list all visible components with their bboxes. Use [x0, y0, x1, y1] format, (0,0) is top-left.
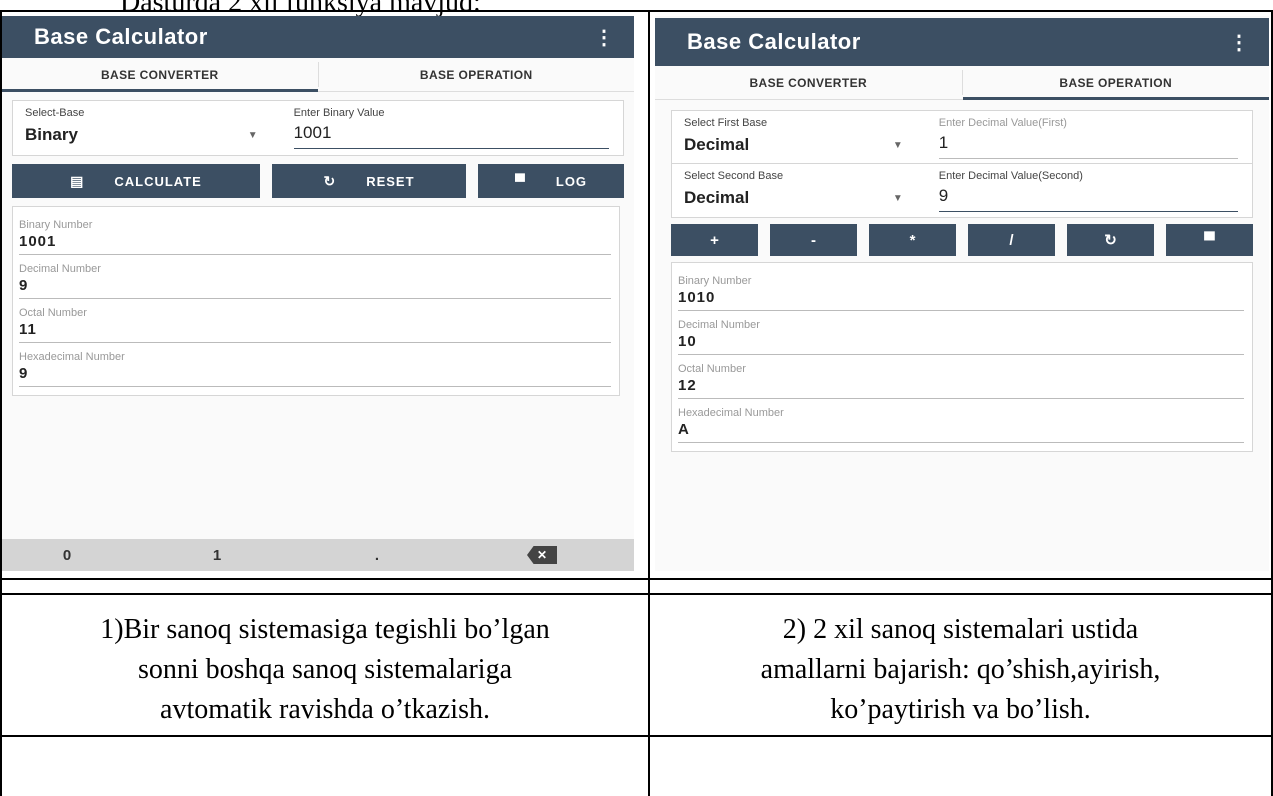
tab-bar: BASE CONVERTER BASE OPERATION: [2, 58, 634, 92]
second-base-card: Select Second Base Decimal ▼ Enter Decim…: [671, 164, 1253, 218]
table-row-divider-3: [0, 735, 1273, 737]
tab-base-operation[interactable]: BASE OPERATION: [319, 58, 635, 91]
action-button-row: ▤ CALCULATE ↻ RESET ▀ LOG: [12, 164, 624, 198]
second-value-label: Enter Decimal Value(Second): [938, 170, 1083, 182]
first-base-label: Select First Base: [684, 117, 768, 129]
second-value-input[interactable]: 9: [938, 186, 1238, 212]
caption-right: 2) 2 xil sanoq sistemalari ustida amalla…: [650, 610, 1271, 730]
app-bar: Base Calculator ⋮: [2, 16, 634, 58]
result-label: Hexadecimal Number: [19, 351, 125, 363]
log-button[interactable]: ▀ LOG: [478, 164, 624, 198]
result-decimal: Decimal Number 9: [19, 255, 611, 299]
calculate-button[interactable]: ▤ CALCULATE: [12, 164, 260, 198]
dropdown-caret-icon: ▼: [892, 139, 903, 151]
result-value: 9: [19, 363, 611, 387]
result-label: Octal Number: [19, 307, 87, 319]
converter-screenshot: Base Calculator ⋮ BASE CONVERTER BASE OP…: [2, 16, 634, 571]
result-label: Binary Number: [678, 275, 752, 287]
first-base-card: Select First Base Decimal ▼ Enter Decima…: [671, 110, 1253, 164]
select-base-label: Select-Base: [25, 107, 85, 119]
tab-base-converter[interactable]: BASE CONVERTER: [655, 66, 962, 99]
base-input-card: Select-Base Binary ▼ Enter Binary Value …: [12, 100, 624, 156]
result-hexadecimal: Hexadecimal Number A: [678, 399, 1244, 443]
backspace-key[interactable]: ✕: [452, 546, 632, 564]
result-label: Decimal Number: [678, 319, 760, 331]
divide-button[interactable]: /: [968, 224, 1055, 256]
log-label: LOG: [555, 173, 588, 189]
numeric-keypad: 0 1 . ✕: [2, 539, 634, 571]
base-select[interactable]: Select-Base Binary ▼: [13, 101, 294, 155]
select-base-value: Binary: [25, 125, 78, 144]
add-button[interactable]: +: [671, 224, 758, 256]
more-vert-icon[interactable]: ⋮: [1229, 30, 1249, 55]
second-base-label: Select Second Base: [684, 170, 784, 182]
caption-left-line: avtomatik ravishda o’tkazish.: [160, 694, 490, 725]
dropdown-caret-icon: ▼: [247, 129, 258, 141]
result-label: Octal Number: [678, 363, 746, 375]
app-bar: Base Calculator ⋮: [655, 18, 1269, 66]
subtract-button[interactable]: -: [770, 224, 857, 256]
result-value: 11: [19, 319, 611, 343]
dropdown-caret-icon: ▼: [892, 192, 903, 204]
result-value: 1010: [678, 287, 1244, 311]
more-vert-icon[interactable]: ⋮: [594, 25, 614, 50]
table-row-divider-1: [0, 578, 1273, 580]
first-base-value: Decimal: [684, 135, 750, 154]
first-base-select[interactable]: Select First Base Decimal ▼: [672, 111, 939, 163]
result-hexadecimal: Hexadecimal Number 9: [19, 343, 611, 387]
key-dot[interactable]: .: [302, 547, 452, 564]
result-value: 1001: [19, 231, 611, 255]
backspace-icon: ✕: [527, 546, 557, 564]
tab-bar: BASE CONVERTER BASE OPERATION: [655, 66, 1269, 100]
refresh-icon: ↻: [1104, 232, 1117, 249]
refresh-icon: ↻: [323, 172, 337, 189]
table-row-divider-2: [0, 593, 1273, 595]
caption-left-line: sonni boshqa sanoq sistemalariga: [137, 654, 513, 685]
results-card: Binary Number 1001 Decimal Number 9 Octa…: [12, 206, 620, 396]
operation-screenshot: Base Calculator ⋮ BASE CONVERTER BASE OP…: [655, 16, 1269, 571]
tab-base-operation[interactable]: BASE OPERATION: [962, 66, 1270, 100]
result-label: Hexadecimal Number: [678, 407, 784, 419]
result-octal: Octal Number 12: [678, 355, 1244, 399]
caption-left-line: 1)Bir sanoq sistemasiga tegishli bo’lgan: [100, 614, 550, 645]
result-binary: Binary Number 1001: [19, 211, 611, 255]
log-button[interactable]: ▀: [1166, 224, 1253, 256]
binary-input-label: Enter Binary Value: [293, 107, 385, 119]
first-value-label: Enter Decimal Value(First): [938, 117, 1067, 129]
tab-base-converter[interactable]: BASE CONVERTER: [2, 58, 318, 92]
app-title: Base Calculator: [34, 24, 208, 49]
caption-right-line: amallarni bajarish: qo’shish,ayirish,: [760, 654, 1161, 685]
result-binary: Binary Number 1010: [678, 267, 1244, 311]
result-octal: Octal Number 11: [19, 299, 611, 343]
first-value-input[interactable]: 1: [938, 133, 1238, 159]
key-1[interactable]: 1: [132, 547, 302, 564]
save-icon: ▀: [1204, 231, 1215, 249]
table-border-right: [1271, 10, 1273, 796]
result-value: 10: [678, 331, 1244, 355]
result-label: Binary Number: [19, 219, 93, 231]
caption-left: 1)Bir sanoq sistemasiga tegishli bo’lgan…: [2, 610, 648, 730]
caption-right-line: ko’paytirish va bo’lish.: [830, 694, 1091, 725]
second-base-select[interactable]: Select Second Base Decimal ▼: [672, 164, 939, 217]
reset-button[interactable]: ↻ RESET: [272, 164, 466, 198]
reset-label: RESET: [366, 173, 415, 189]
caption-right-line: 2) 2 xil sanoq sistemalari ustida: [782, 614, 1139, 645]
save-icon: ▀: [514, 173, 526, 189]
key-0[interactable]: 0: [2, 547, 132, 564]
multiply-button[interactable]: *: [869, 224, 956, 256]
binary-input[interactable]: 1001: [293, 123, 609, 149]
result-label: Decimal Number: [19, 263, 101, 275]
second-base-value: Decimal: [684, 188, 750, 207]
result-value: A: [678, 419, 1244, 443]
calculator-icon: ▤: [70, 172, 85, 189]
table-border-top: [0, 10, 1273, 12]
operation-button-row: + - * / ↻ ▀: [671, 224, 1253, 256]
calculate-label: CALCULATE: [114, 173, 202, 189]
reset-button[interactable]: ↻: [1067, 224, 1154, 256]
app-title: Base Calculator: [687, 29, 861, 54]
result-value: 9: [19, 275, 611, 299]
result-decimal: Decimal Number 10: [678, 311, 1244, 355]
result-value: 12: [678, 375, 1244, 399]
results-card: Binary Number 1010 Decimal Number 10 Oct…: [671, 262, 1253, 452]
